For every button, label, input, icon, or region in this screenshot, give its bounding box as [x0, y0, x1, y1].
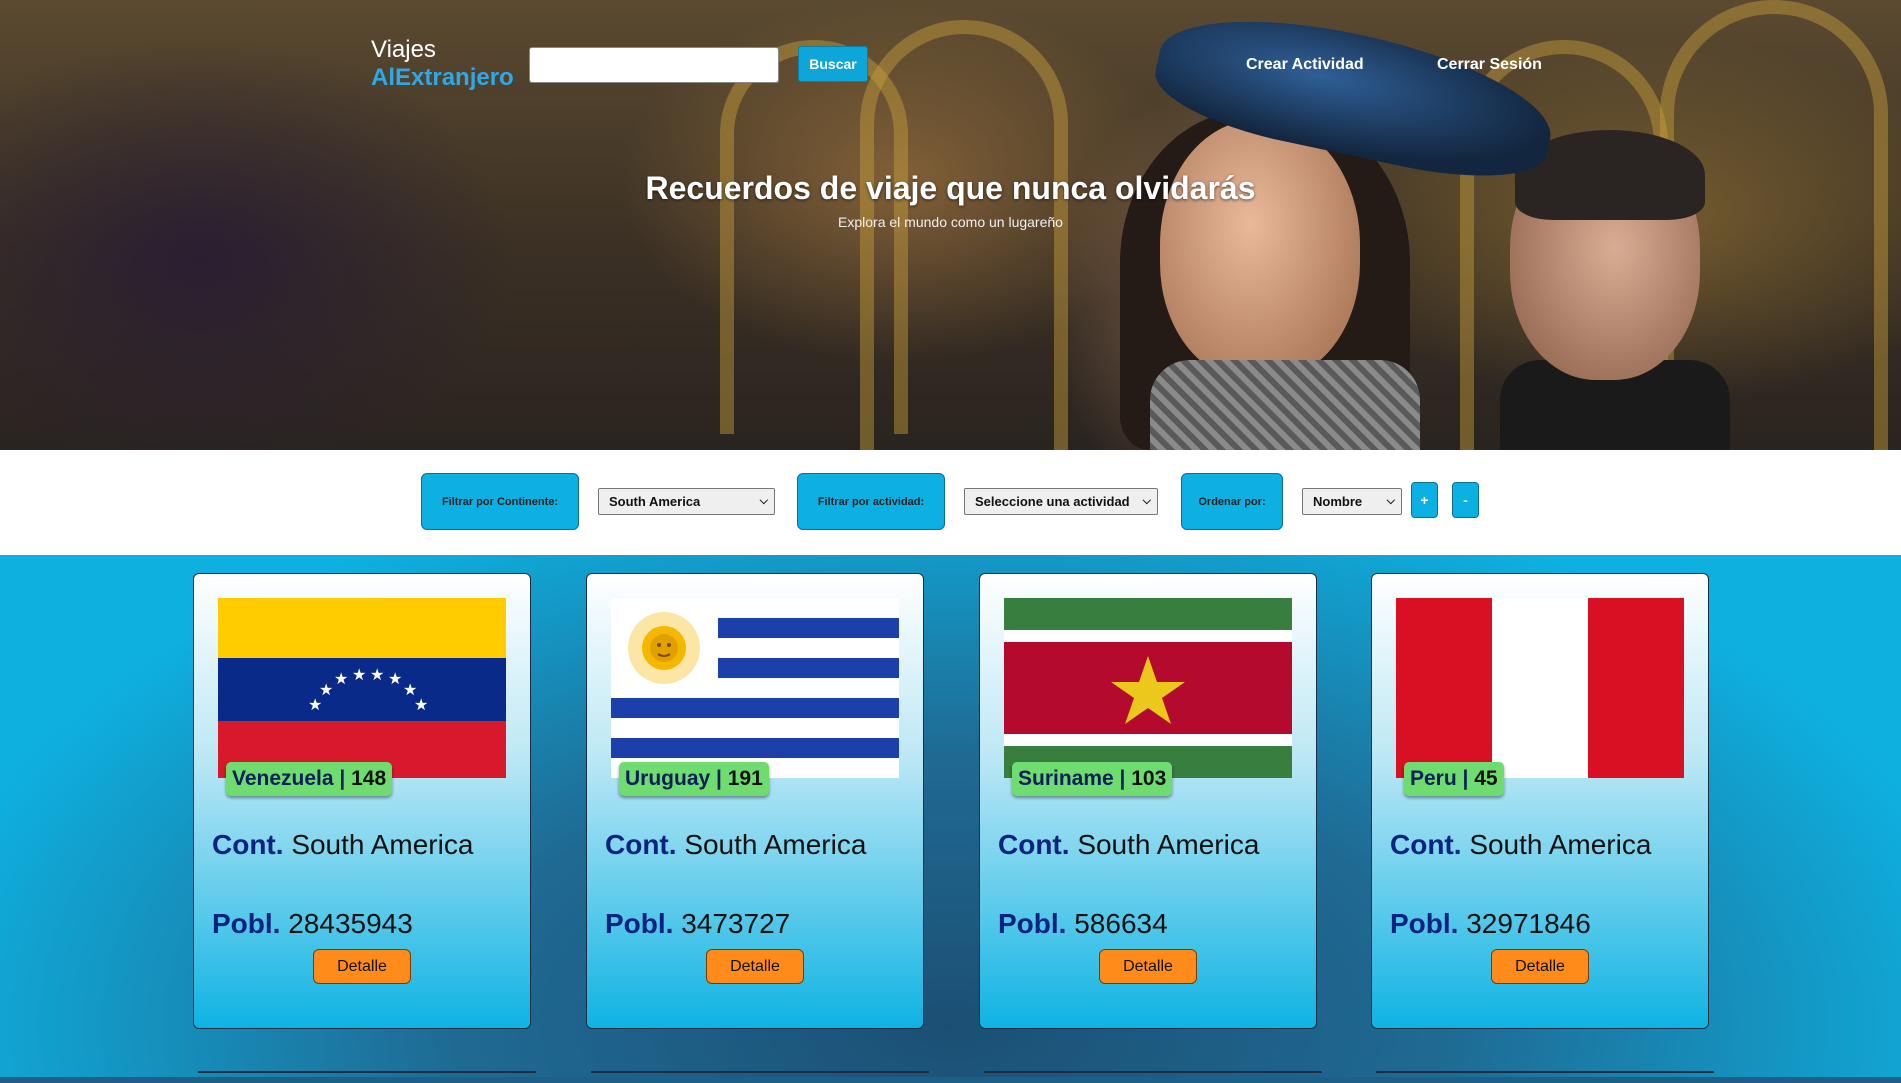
population-info: Pobl. 32971846 [1390, 908, 1591, 940]
population-value: 28435943 [288, 908, 413, 939]
background-arch [860, 20, 1068, 450]
continent-value: South America [1469, 829, 1652, 860]
continent-info: Cont. South America [605, 829, 866, 861]
country-id: 45 [1474, 767, 1498, 790]
svg-text:★: ★ [319, 682, 333, 699]
country-id: 191 [727, 767, 763, 790]
search-input[interactable] [529, 47, 779, 83]
country-badge: Suriname | 103 [1012, 762, 1173, 796]
nav-crear-actividad[interactable]: Crear Actividad [1246, 56, 1364, 74]
svg-text:★: ★ [334, 671, 348, 688]
continent-info: Cont. South America [212, 829, 473, 861]
uruguay-flag-image [611, 598, 899, 778]
population-info: Pobl. 586634 [998, 908, 1168, 940]
svg-text:★: ★ [352, 667, 366, 684]
population-key: Pobl. [605, 908, 674, 939]
country-name: Uruguay [625, 767, 711, 790]
country-name: Suriname [1018, 767, 1114, 790]
hero-woman-face [1160, 120, 1360, 380]
population-info: Pobl. 3473727 [605, 908, 790, 940]
country-id: 148 [351, 767, 387, 790]
continent-select-value: South America [609, 494, 701, 509]
country-badge: Venezuela | 148 [226, 762, 393, 796]
activity-select-value: Seleccione una actividad [975, 494, 1130, 509]
country-card: Peru | 45 Cont. South America Pobl. 3297… [1371, 573, 1709, 1029]
logo-line2: AlExtranjero [371, 64, 514, 91]
country-card: Suriname | 103 Cont. South America Pobl.… [979, 573, 1317, 1029]
population-value: 586634 [1074, 908, 1168, 939]
continent-key: Cont. [212, 829, 284, 860]
detail-button[interactable]: Detalle [313, 949, 411, 984]
chevron-down-icon: ⌵ [1142, 495, 1151, 507]
population-key: Pobl. [212, 908, 281, 939]
order-label: Ordenar por: [1181, 473, 1283, 530]
population-key: Pobl. [998, 908, 1067, 939]
order-select[interactable]: Nombre ⌵ [1302, 488, 1402, 515]
venezuela-flag-image: ★ ★ ★ ★ ★ ★ ★ ★ [218, 598, 506, 778]
svg-text:★: ★ [414, 697, 428, 714]
continent-info: Cont. South America [1390, 829, 1651, 861]
next-card-edge [198, 1071, 536, 1083]
continent-info: Cont. South America [998, 829, 1259, 861]
site-logo[interactable]: Viajes AlExtranjero [371, 36, 514, 92]
country-card: ★ ★ ★ ★ ★ ★ ★ ★ Venezuela | 148 Cont. So… [193, 573, 531, 1029]
next-card-edge [1376, 1071, 1714, 1083]
continent-key: Cont. [1390, 829, 1462, 860]
next-card-edge [591, 1071, 929, 1083]
hero-woman-scarf [1150, 360, 1420, 450]
suriname-flag-image [1004, 598, 1292, 778]
peru-flag-image [1396, 598, 1684, 778]
next-card-edge [984, 1071, 1322, 1083]
country-name: Venezuela [232, 767, 334, 790]
activity-filter-label: Filtrar por actividad: [797, 473, 945, 530]
detail-button[interactable]: Detalle [706, 949, 804, 984]
detail-button[interactable]: Detalle [1491, 949, 1589, 984]
continent-key: Cont. [998, 829, 1070, 860]
country-badge: Peru | 45 [1404, 762, 1504, 796]
country-card: Uruguay | 191 Cont. South America Pobl. … [586, 573, 924, 1029]
population-key: Pobl. [1390, 908, 1459, 939]
continent-value: South America [291, 829, 474, 860]
hero-title: Recuerdos de viaje que nunca olvidarás [645, 170, 1256, 206]
svg-text:★: ★ [370, 667, 384, 684]
country-id: 103 [1131, 767, 1167, 790]
activity-select[interactable]: Seleccione una actividad ⌵ [964, 488, 1158, 515]
svg-text:★: ★ [388, 671, 402, 688]
detail-button[interactable]: Detalle [1099, 949, 1197, 984]
order-select-value: Nombre [1313, 494, 1363, 509]
population-value: 3473727 [681, 908, 791, 939]
population-value: 32971846 [1466, 908, 1591, 939]
continent-filter-label: Filtrar por Continente: [421, 473, 579, 530]
sort-descending-button[interactable]: - [1452, 482, 1479, 518]
svg-text:★: ★ [308, 697, 322, 714]
search-button[interactable]: Buscar [798, 46, 868, 82]
continent-select[interactable]: South America ⌵ [598, 488, 775, 515]
chevron-down-icon: ⌵ [759, 495, 768, 507]
population-info: Pobl. 28435943 [212, 908, 413, 940]
continent-value: South America [1077, 829, 1260, 860]
sort-ascending-button[interactable]: + [1411, 482, 1438, 518]
logo-line1: Viajes [371, 36, 436, 63]
continent-value: South America [684, 829, 867, 860]
filter-bar [0, 450, 1901, 555]
country-badge: Uruguay | 191 [619, 762, 769, 796]
continent-key: Cont. [605, 829, 677, 860]
hero-subtitle: Explora el mundo como un lugareño [838, 214, 1063, 230]
nav-cerrar-sesion[interactable]: Cerrar Sesión [1437, 56, 1542, 74]
country-name: Peru [1410, 767, 1457, 790]
chevron-down-icon: ⌵ [1386, 495, 1395, 507]
